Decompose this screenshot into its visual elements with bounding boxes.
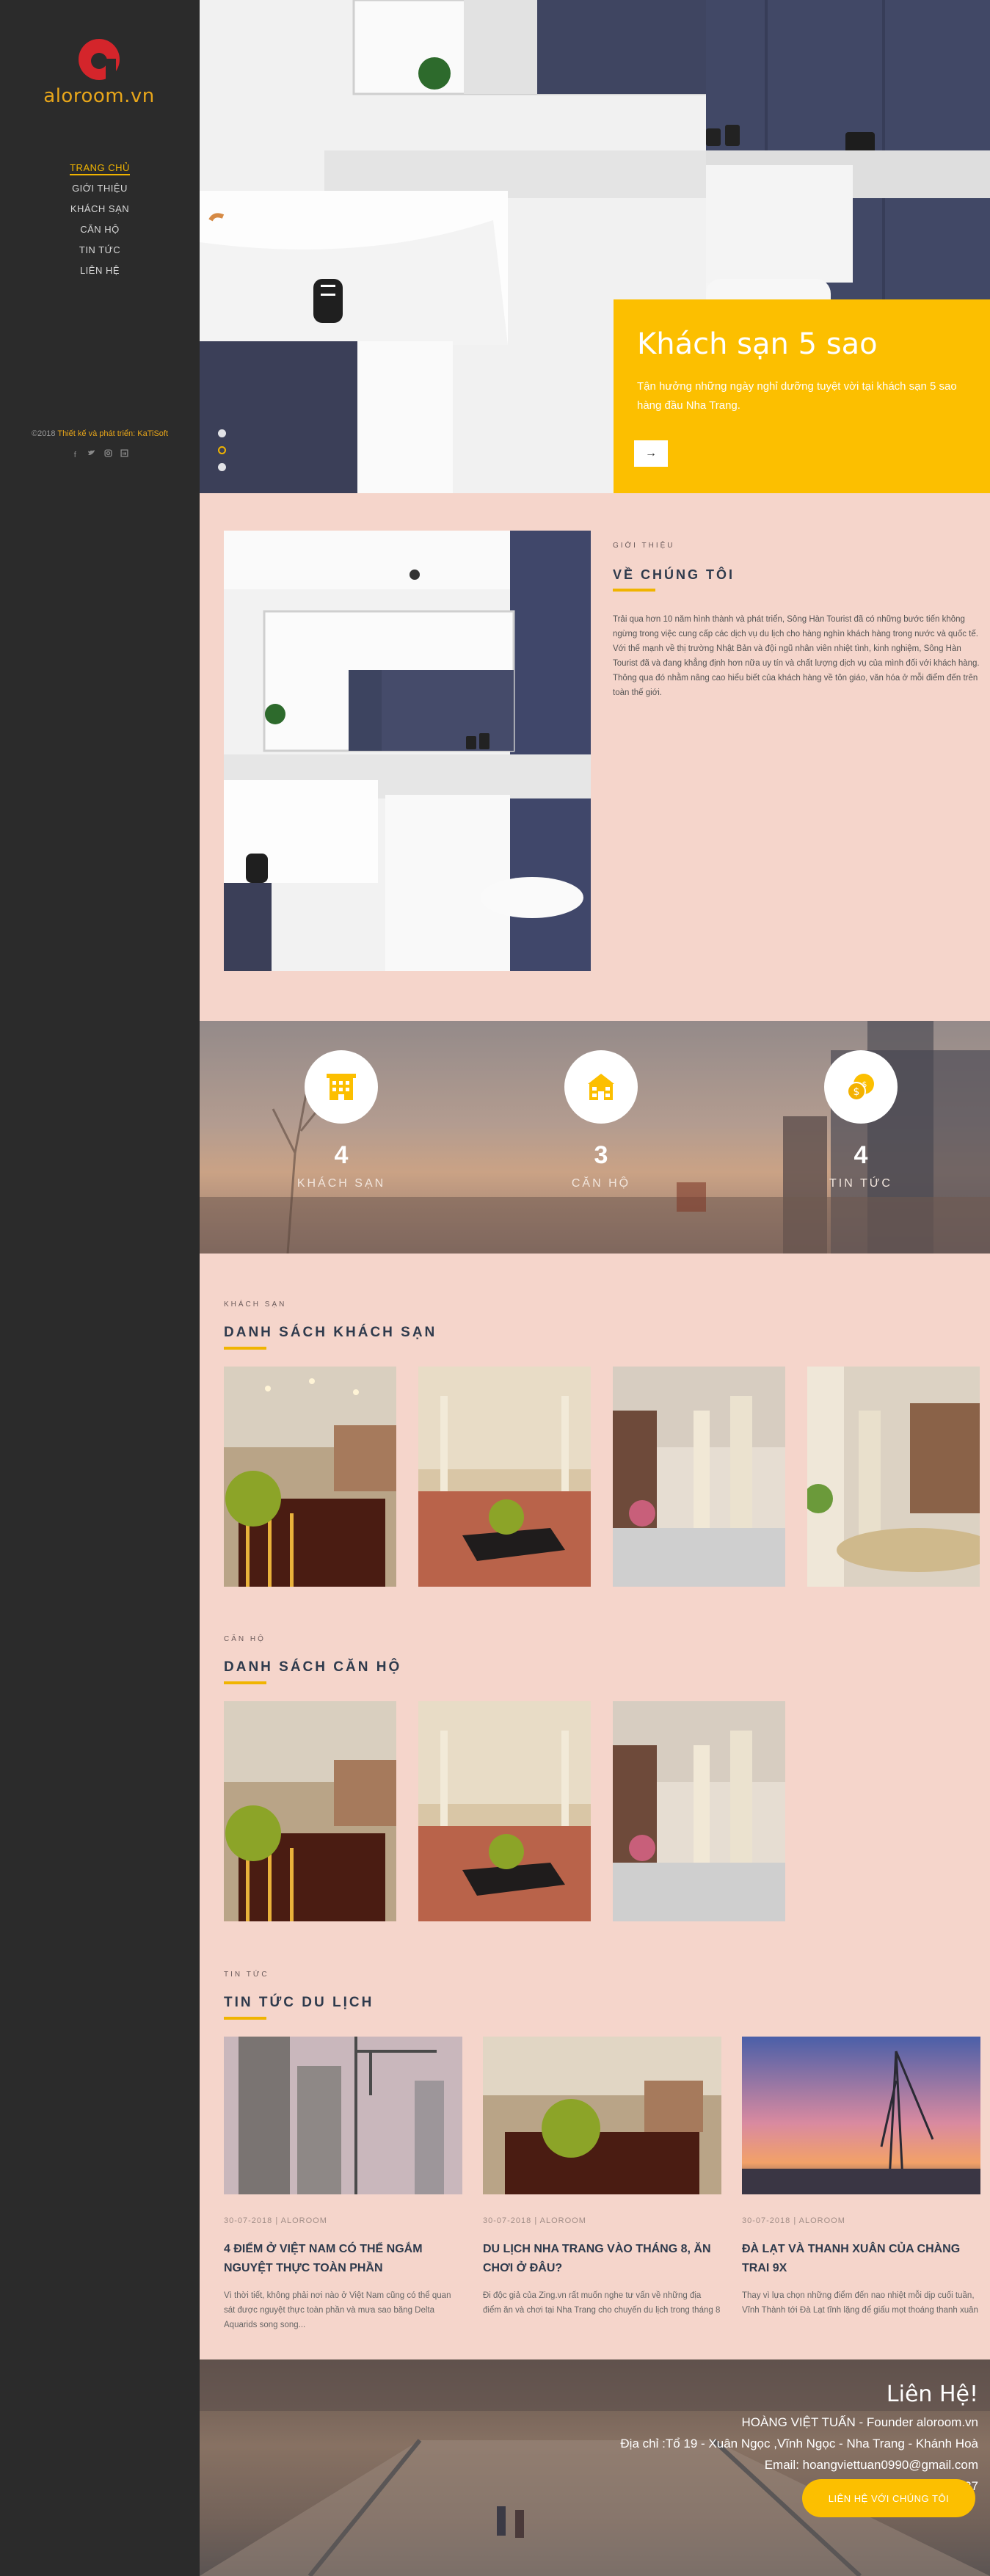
arrow-right-icon: → (645, 447, 657, 459)
news-excerpt: Đi độc giả của Zing.vn rất muốn nghe tư … (483, 2291, 721, 2315)
hotel-icon (305, 1050, 378, 1124)
stat-apartments-value: 3 (594, 1141, 608, 1169)
contact-title: Liên Hệ! (886, 2382, 978, 2407)
apartment-card-2[interactable] (418, 1701, 591, 1921)
apartment-icon (564, 1050, 638, 1124)
hero-next-button[interactable]: → (634, 440, 668, 467)
logo-text: aloroom.vn (43, 85, 155, 107)
hero-slider: Khách sạn 5 sao Tận hưởng những ngày ngh… (200, 0, 990, 493)
hotel-card-3[interactable] (613, 1367, 785, 1587)
stat-apartments-label: CĂN HỘ (571, 1177, 631, 1190)
apartments-title: DANH SÁCH CĂN HỘ (224, 1659, 402, 1675)
about-body: Trải qua hơn 10 năm hình thành và phát t… (613, 615, 980, 697)
news-title-link[interactable]: 4 ĐIỂM Ở VIỆT NAM CÓ THỂ NGẮM NGUYỆT THỰ… (224, 2240, 462, 2278)
apartments-kicker: CĂN HỘ (224, 1635, 266, 1643)
title-underline (613, 589, 655, 592)
news-coins-icon: $ $ (824, 1050, 898, 1124)
nav-item-hotels[interactable]: KHÁCH SẠN (0, 199, 200, 219)
stat-hotels-label: KHÁCH SẠN (296, 1177, 386, 1190)
credit-year: ©2018 (31, 429, 56, 438)
hotels-section: KHÁCH SẠN DANH SÁCH KHÁCH SẠN (224, 1300, 990, 1587)
main-nav: TRANG CHỦ GIỚI THIỆU KHÁCH SẠN CĂN HỘ TI… (0, 158, 200, 281)
social-links: f (0, 448, 200, 461)
svg-text:$: $ (853, 1086, 860, 1098)
about-section: GIỚI THIỆU VỀ CHÚNG TÔI Trải qua hơn 10 … (613, 542, 980, 700)
title-underline (224, 1681, 266, 1684)
nav-item-contact[interactable]: LIÊN HỆ (0, 261, 200, 281)
news-meta: 30-07-2018 | ALOROOM (224, 2216, 327, 2225)
nav-item-home[interactable]: TRANG CHỦ (0, 158, 200, 178)
sidebar: aloroom.vn TRANG CHỦ GIỚI THIỆU KHÁCH SẠ… (0, 0, 200, 2576)
news-card-3: 30-07-2018 | ALOROOM ĐÀ LẠT VÀ THANH XUÂ… (742, 2037, 980, 2318)
news-card-2: 30-07-2018 | ALOROOM DU LỊCH NHA TRANG V… (483, 2037, 721, 2318)
hotels-title: DANH SÁCH KHÁCH SẠN (224, 1325, 437, 1340)
slider-dot-2[interactable] (218, 446, 226, 454)
hero-title: Khách sạn 5 sao (637, 327, 878, 361)
news-section: TIN TỨC TIN TỨC DU LỊCH 30-07-2018 | ALO… (224, 1971, 990, 2330)
news-card-1: 30-07-2018 | ALOROOM 4 ĐIỂM Ở VIỆT NAM C… (224, 2037, 462, 2332)
nav-item-apartments[interactable]: CĂN HỘ (0, 219, 200, 240)
slider-dots (217, 429, 228, 480)
hero-caption: Khách sạn 5 sao Tận hưởng những ngày ngh… (614, 299, 990, 493)
hotel-card-1[interactable] (224, 1367, 396, 1587)
hotel-card-4[interactable] (807, 1367, 980, 1587)
about-image (224, 531, 591, 971)
news-title-link[interactable]: DU LỊCH NHA TRANG VÀO THÁNG 8, ĂN CHƠI Ở… (483, 2240, 721, 2278)
title-underline (224, 1347, 266, 1350)
hero-description: Tận hưởng những ngày nghỉ dưỡng tuyệt vờ… (637, 380, 957, 412)
stat-hotels: 4 KHÁCH SẠN (268, 1050, 415, 1190)
news-meta: 30-07-2018 | ALOROOM (483, 2216, 586, 2225)
stat-news: $ $ 4 TIN TỨC (787, 1050, 934, 1190)
apartment-card-3[interactable] (613, 1701, 785, 1921)
news-image[interactable] (224, 2037, 462, 2194)
nav-item-news[interactable]: TIN TỨC (0, 240, 200, 261)
hotels-kicker: KHÁCH SẠN (224, 1300, 287, 1309)
news-title-link[interactable]: ĐÀ LẠT VÀ THANH XUÂN CỦA CHÀNG TRAI 9X (742, 2240, 980, 2278)
news-title: TIN TỨC DU LỊCH (224, 1995, 374, 2010)
about-kicker: GIỚI THIỆU (613, 542, 675, 550)
news-image[interactable] (742, 2037, 980, 2194)
news-image[interactable] (483, 2037, 721, 2194)
contact-name: HOÀNG VIỆT TUẤN - Founder aloroom.vn (741, 2415, 978, 2429)
slider-dot-3[interactable] (218, 463, 226, 471)
contact-footer: Liên Hệ! HOÀNG VIỆT TUẤN - Founder aloro… (200, 2359, 990, 2576)
linkedin-icon[interactable] (120, 449, 129, 458)
instagram-icon[interactable] (103, 449, 112, 458)
apartment-card-1[interactable] (224, 1701, 396, 1921)
credit: ©2018 Thiết kế và phát triển: KaTiSoft (0, 429, 200, 438)
hotel-card-2[interactable] (418, 1367, 591, 1587)
slider-dot-1[interactable] (218, 429, 226, 437)
svg-text:$: $ (862, 1080, 867, 1089)
stat-apartments: 3 CĂN HỘ (528, 1050, 674, 1190)
news-kicker: TIN TỨC (224, 1971, 269, 1979)
contact-address: Địa chỉ :Tổ 19 - Xuân Ngọc ,Vĩnh Ngọc - … (620, 2437, 978, 2451)
news-excerpt: Thay vì lựa chọn những điểm đến nao nhiệ… (742, 2291, 978, 2315)
about-title: VỀ CHÚNG TÔI (613, 567, 735, 582)
news-meta: 30-07-2018 | ALOROOM (742, 2216, 845, 2225)
logo[interactable]: aloroom.vn (40, 37, 158, 107)
facebook-icon[interactable]: f (70, 451, 79, 459)
stat-hotels-value: 4 (334, 1141, 349, 1169)
contact-email[interactable]: Email: hoangviettuan0990@gmail.com (620, 2454, 978, 2475)
apartments-section: CĂN HỘ DANH SÁCH CĂN HỘ (224, 1635, 990, 1921)
news-excerpt: Vì thời tiết, không phải nơi nào ở Việt … (224, 2291, 451, 2329)
nav-item-about[interactable]: GIỚI THIỆU (0, 178, 200, 199)
logo-icon (76, 37, 122, 82)
contact-us-button[interactable]: LIÊN HỆ VỚI CHÚNG TÔI (802, 2479, 975, 2517)
stats-banner: 4 KHÁCH SẠN 3 CĂN HỘ $ $ 4 TIN TỨC (200, 1021, 990, 1254)
stat-news-value: 4 (853, 1141, 868, 1169)
title-underline (224, 2017, 266, 2020)
twitter-icon[interactable] (87, 449, 96, 458)
credit-link[interactable]: Thiết kế và phát triển: KaTiSoft (57, 429, 168, 438)
stat-news-label: TIN TỨC (829, 1177, 892, 1190)
